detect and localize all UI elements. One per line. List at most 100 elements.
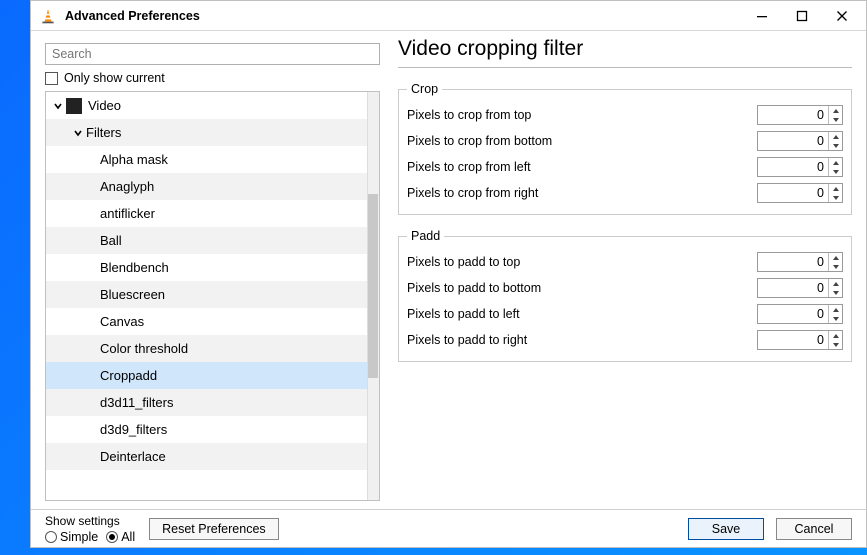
close-button[interactable] <box>822 3 862 29</box>
field-label: Pixels to crop from bottom <box>407 134 757 148</box>
spin-up-button[interactable] <box>829 305 842 314</box>
spin-down-button[interactable] <box>829 115 842 124</box>
spin-down-button[interactable] <box>829 340 842 349</box>
spin-input[interactable]: 0 <box>757 278 843 298</box>
tree-item-label: Alpha mask <box>100 152 168 167</box>
group-legend: Crop <box>407 82 442 96</box>
tree-item-d3d11-filters[interactable]: d3d11_filters <box>46 389 367 416</box>
tree-item-label: Croppadd <box>100 368 157 383</box>
titlebar: Advanced Preferences <box>31 1 866 31</box>
tree-item-label: d3d9_filters <box>100 422 167 437</box>
field-label: Pixels to crop from right <box>407 186 757 200</box>
reset-preferences-button[interactable]: Reset Preferences <box>149 518 279 540</box>
spin-up-button[interactable] <box>829 106 842 115</box>
tree-item-label: Deinterlace <box>100 449 166 464</box>
search-input[interactable] <box>45 43 380 65</box>
spin-value: 0 <box>758 331 828 349</box>
spin-input[interactable]: 0 <box>757 157 843 177</box>
spin-up-button[interactable] <box>829 158 842 167</box>
show-settings-section: Show settings Simple All <box>45 514 135 544</box>
tree-item-label: d3d11_filters <box>100 395 173 410</box>
tree-item-label: Blendbench <box>100 260 169 275</box>
field-row: Pixels to crop from bottom0 <box>407 128 843 154</box>
spin-up-button[interactable] <box>829 253 842 262</box>
tree-item-canvas[interactable]: Canvas <box>46 308 367 335</box>
spin-value: 0 <box>758 305 828 323</box>
spin-value: 0 <box>758 132 828 150</box>
field-row: Pixels to padd to right0 <box>407 327 843 353</box>
spin-value: 0 <box>758 106 828 124</box>
spin-input[interactable]: 0 <box>757 131 843 151</box>
spin-up-button[interactable] <box>829 132 842 141</box>
tree-item-label: Color threshold <box>100 341 188 356</box>
field-label: Pixels to padd to left <box>407 307 757 321</box>
tree-item-label: Canvas <box>100 314 144 329</box>
spin-up-button[interactable] <box>829 184 842 193</box>
only-show-current-checkbox[interactable]: Only show current <box>45 71 380 85</box>
radio-icon <box>45 531 57 543</box>
tree-scrollbar[interactable] <box>367 92 379 500</box>
spin-value: 0 <box>758 184 828 202</box>
cancel-button[interactable]: Cancel <box>776 518 852 540</box>
spin-down-button[interactable] <box>829 167 842 176</box>
spin-down-button[interactable] <box>829 288 842 297</box>
tree-item-label: Video <box>88 98 121 113</box>
advanced-preferences-window: Advanced Preferences Only show current V… <box>30 0 867 548</box>
spin-up-button[interactable] <box>829 331 842 340</box>
tree-item-label: Anaglyph <box>100 179 154 194</box>
field-row: Pixels to crop from top0 <box>407 102 843 128</box>
checkbox-label: Only show current <box>64 71 165 85</box>
spin-down-button[interactable] <box>829 141 842 150</box>
field-label: Pixels to padd to top <box>407 255 757 269</box>
field-label: Pixels to crop from top <box>407 108 757 122</box>
left-pane: Only show current Video Filters Alpha mask… <box>45 43 380 501</box>
spin-input[interactable]: 0 <box>757 105 843 125</box>
spin-up-button[interactable] <box>829 279 842 288</box>
save-button[interactable]: Save <box>688 518 764 540</box>
tree-item-label: Bluescreen <box>100 287 165 302</box>
spin-input[interactable]: 0 <box>757 304 843 324</box>
spin-input[interactable]: 0 <box>757 330 843 350</box>
tree-item-deinterlace[interactable]: Deinterlace <box>46 443 367 470</box>
page-title: Video cropping filter <box>398 37 852 68</box>
minimize-button[interactable] <box>742 3 782 29</box>
tree-item-alpha-mask[interactable]: Alpha mask <box>46 146 367 173</box>
checkbox-icon <box>45 72 58 85</box>
settings-mode-all[interactable]: All <box>106 530 135 544</box>
tree-item-d3d9-filters[interactable]: d3d9_filters <box>46 416 367 443</box>
spin-down-button[interactable] <box>829 193 842 202</box>
spin-input[interactable]: 0 <box>757 252 843 272</box>
field-row: Pixels to padd to left0 <box>407 301 843 327</box>
spin-down-button[interactable] <box>829 262 842 271</box>
tree-item-video[interactable]: Video <box>46 92 367 119</box>
group-padd: PaddPixels to padd to top0Pixels to padd… <box>398 229 852 362</box>
spin-input[interactable]: 0 <box>757 183 843 203</box>
tree-item-blendbench[interactable]: Blendbench <box>46 254 367 281</box>
vlc-cone-icon <box>39 7 57 25</box>
tree-item-ball[interactable]: Ball <box>46 227 367 254</box>
tree-item-antiflicker[interactable]: antiflicker <box>46 200 367 227</box>
spin-value: 0 <box>758 158 828 176</box>
spin-value: 0 <box>758 279 828 297</box>
field-row: Pixels to padd to bottom0 <box>407 275 843 301</box>
tree-item-color-threshold[interactable]: Color threshold <box>46 335 367 362</box>
body: Only show current Video Filters Alpha mask… <box>31 31 866 509</box>
group-crop: CropPixels to crop from top0Pixels to cr… <box>398 82 852 215</box>
radio-icon <box>106 531 118 543</box>
tree-item-anaglyph[interactable]: Anaglyph <box>46 173 367 200</box>
settings-mode-simple[interactable]: Simple <box>45 530 98 544</box>
tree-scroll-thumb[interactable] <box>368 194 378 378</box>
spin-value: 0 <box>758 253 828 271</box>
right-pane: Video cropping filter CropPixels to crop… <box>398 43 852 501</box>
field-row: Pixels to crop from left0 <box>407 154 843 180</box>
tree-item-bluescreen[interactable]: Bluescreen <box>46 281 367 308</box>
tree-item-croppadd[interactable]: Croppadd <box>46 362 367 389</box>
field-label: Pixels to padd to right <box>407 333 757 347</box>
spin-down-button[interactable] <box>829 314 842 323</box>
tree-item-label: antiflicker <box>100 206 155 221</box>
maximize-button[interactable] <box>782 3 822 29</box>
tree-item-filters[interactable]: Filters <box>46 119 367 146</box>
field-label: Pixels to padd to bottom <box>407 281 757 295</box>
field-row: Pixels to crop from right0 <box>407 180 843 206</box>
video-category-icon <box>66 98 82 114</box>
